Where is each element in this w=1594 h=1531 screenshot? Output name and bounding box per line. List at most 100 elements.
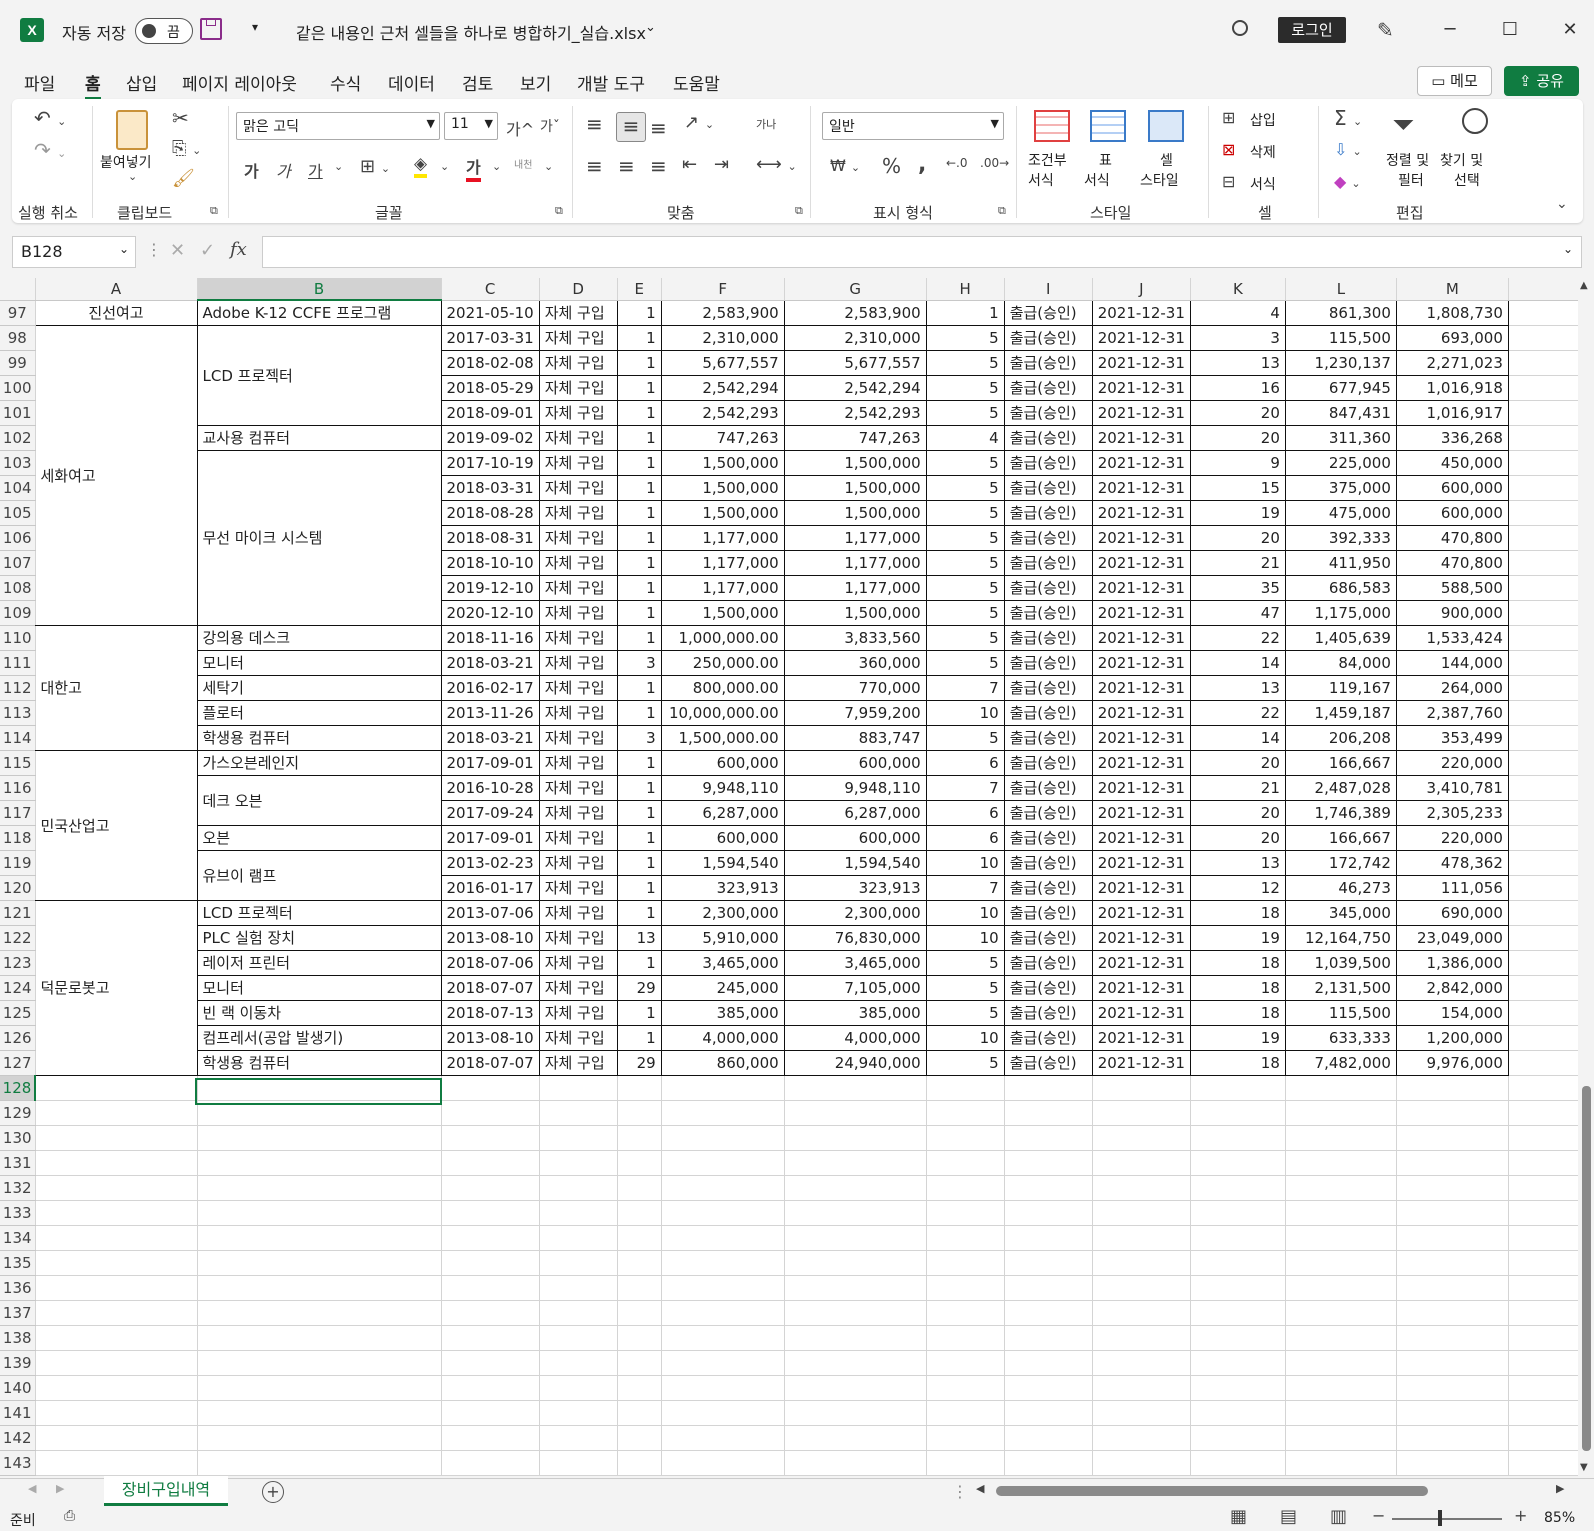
cell-empty[interactable] [1190,1425,1286,1451]
cell-empty[interactable] [1396,1325,1509,1351]
cell[interactable]: 7,959,200 [784,700,927,726]
cell-empty[interactable] [1190,1150,1286,1176]
cell-empty[interactable] [661,1325,785,1351]
cell[interactable]: 1 [617,750,662,776]
row-header[interactable]: 107 [0,550,36,576]
cell-empty[interactable] [926,1450,1005,1476]
cell[interactable]: 4,000,000 [661,1025,785,1051]
cell[interactable]: 자체 구입 [539,975,618,1001]
cell-empty[interactable] [539,1325,618,1351]
cell[interactable]: 2021-12-31 [1092,825,1191,851]
cell[interactable]: 1,177,000 [784,575,927,601]
cell[interactable]: 2017-03-31 [441,325,540,351]
cell[interactable]: 392,333 [1285,525,1397,551]
save-icon[interactable] [200,18,222,40]
cell[interactable]: 9,976,000 [1396,1050,1509,1076]
cell[interactable]: 자체 구입 [539,325,618,351]
cell[interactable]: 264,000 [1396,675,1509,701]
cell[interactable]: 111,056 [1396,875,1509,901]
cell[interactable]: 10 [926,900,1005,926]
cell-empty[interactable] [661,1100,785,1126]
cell[interactable]: 6 [926,750,1005,776]
align-right-icon[interactable]: ≡ [650,154,667,178]
cell-empty[interactable] [1004,1300,1093,1326]
cell[interactable]: 2018-03-31 [441,475,540,501]
row-header[interactable]: 123 [0,950,36,976]
cell-empty[interactable] [1396,1300,1509,1326]
cell[interactable]: 2,305,233 [1396,800,1509,826]
cell-empty[interactable] [441,1225,540,1251]
cell[interactable]: 3 [617,725,662,751]
cell[interactable]: 5 [926,400,1005,426]
cell-empty[interactable] [784,1275,927,1301]
cell[interactable]: 1,500,000 [661,475,785,501]
cell[interactable]: 1 [617,825,662,851]
row-header[interactable]: 124 [0,975,36,1001]
cell[interactable]: 3,465,000 [784,950,927,976]
search-icon[interactable] [1232,20,1248,36]
cell-styles-icon[interactable] [1148,110,1184,142]
cell-empty[interactable] [661,1400,785,1426]
cell-empty[interactable] [1508,1450,1584,1476]
cell-empty[interactable] [1508,850,1584,876]
cell[interactable]: 2018-10-10 [441,550,540,576]
cell[interactable]: 출급(승인) [1004,800,1093,826]
cell-empty[interactable] [1092,1325,1191,1351]
row-header[interactable]: 117 [0,800,36,826]
cell[interactable]: 출급(승인) [1004,350,1093,376]
cell[interactable]: 자체 구입 [539,525,618,551]
cell[interactable]: 2021-12-31 [1092,300,1191,326]
cell-empty[interactable] [1285,1075,1397,1101]
cell-empty[interactable] [197,1375,442,1401]
cell[interactable]: 345,000 [1285,900,1397,926]
row-header[interactable]: 106 [0,525,36,551]
cell-empty[interactable] [1092,1425,1191,1451]
cell-empty[interactable] [35,1125,198,1151]
cell[interactable]: 자체 구입 [539,550,618,576]
cell-empty[interactable] [1508,950,1584,976]
format-as-table-label-2[interactable]: 서식 [1084,170,1110,190]
cell-empty[interactable] [1508,1400,1584,1426]
cell[interactable]: 2,271,023 [1396,350,1509,376]
cell[interactable]: 1,177,000 [784,525,927,551]
cell[interactable]: 220,000 [1396,750,1509,776]
cell-empty[interactable] [441,1375,540,1401]
cell[interactable]: 12,164,750 [1285,925,1397,951]
select-all-corner[interactable] [0,278,36,301]
cell-empty[interactable] [539,1450,618,1476]
cell[interactable]: 600,000 [784,825,927,851]
row-header[interactable]: 120 [0,875,36,901]
shrink-font-icon[interactable]: 가ˇ [540,116,560,136]
paste-label[interactable]: 붙여넣기 [100,152,152,172]
cell-empty[interactable] [1508,725,1584,751]
split-handle-icon[interactable]: ⋮ [952,1482,968,1501]
cell-empty[interactable] [1004,1250,1093,1276]
cell-empty[interactable] [197,1275,442,1301]
cell-empty[interactable] [35,1325,198,1351]
cell-empty[interactable] [441,1450,540,1476]
cell[interactable]: 2017-09-01 [441,750,540,776]
cell-empty[interactable] [661,1175,785,1201]
cell[interactable]: 자체 구입 [539,725,618,751]
cell[interactable]: 686,583 [1285,575,1397,601]
cell[interactable]: 2,387,760 [1396,700,1509,726]
cell[interactable]: 자체 구입 [539,625,618,651]
font-color-dropdown-icon[interactable]: ⌄ [492,160,501,173]
cell[interactable]: 출급(승인) [1004,675,1093,701]
cell-empty[interactable] [1092,1200,1191,1226]
cell[interactable]: 1 [617,775,662,801]
cell-empty[interactable] [784,1175,927,1201]
cell[interactable]: 166,667 [1285,825,1397,851]
cell-school[interactable]: 세화여고 [35,325,198,626]
cell-empty[interactable] [1508,925,1584,951]
cell-item[interactable]: 학생용 컴퓨터 [197,725,442,751]
cell-empty[interactable] [441,1250,540,1276]
row-header[interactable]: 139 [0,1350,36,1376]
cell[interactable]: 2021-12-31 [1092,700,1191,726]
cell-empty[interactable] [1190,1275,1286,1301]
cell[interactable]: 1,405,639 [1285,625,1397,651]
cell-empty[interactable] [617,1450,662,1476]
cell-empty[interactable] [197,1425,442,1451]
cell[interactable]: 자체 구입 [539,1025,618,1051]
cell[interactable]: 자체 구입 [539,825,618,851]
